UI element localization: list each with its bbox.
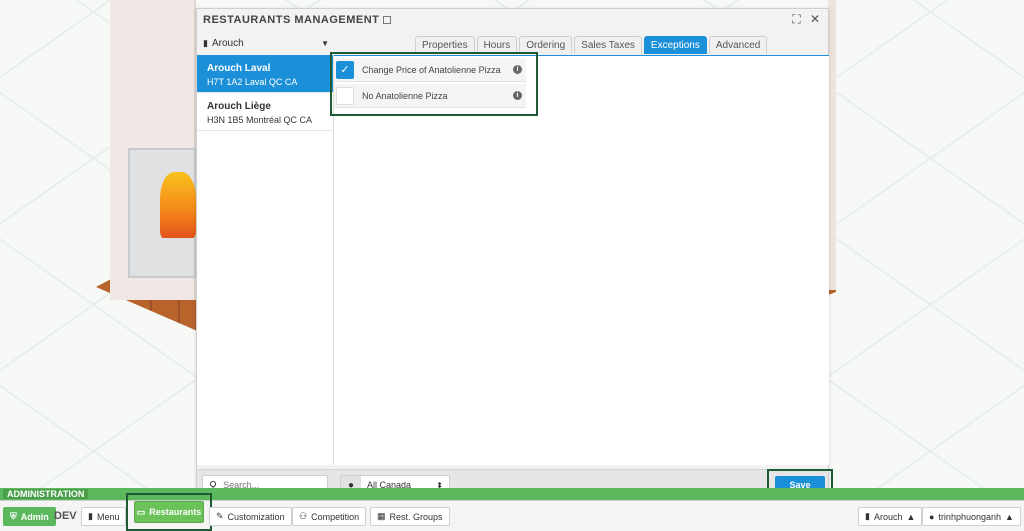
customization-button[interactable]: ✎ Customization <box>209 507 292 526</box>
expand-icon[interactable]: ⛶ <box>792 12 800 26</box>
tab-sales-taxes[interactable]: Sales Taxes <box>574 36 642 54</box>
admin-button[interactable]: ⛨ Admin <box>3 507 56 526</box>
restaurants-button-label: Restaurants <box>149 507 202 517</box>
list-item-name: Arouch Liège <box>207 101 271 112</box>
window-title-text: RESTAURANTS MANAGEMENT <box>203 14 380 26</box>
user-icon: ● <box>929 511 935 522</box>
exceptions-highlight: ✓ Change Price of Anatolienne Pizza i No… <box>330 52 538 116</box>
administration-label-text: ADMINISTRATION <box>3 489 89 499</box>
caret-up-icon: ▲ <box>1005 511 1014 522</box>
menu-button[interactable]: ▮ Menu <box>81 507 127 526</box>
rest-groups-button[interactable]: ▦ Rest. Groups <box>370 507 450 526</box>
list-item-address: H7T 1A2 Laval QC CA <box>207 77 298 87</box>
list-item-name: Arouch Laval <box>207 63 271 74</box>
caret-up-icon: ▲ <box>906 511 916 522</box>
trash-icon: ▮ <box>865 511 870 521</box>
trash-icon: ▮ <box>88 511 93 521</box>
restaurant-menu-button[interactable]: ▮ Arouch ▲ <box>858 507 923 526</box>
checkbox-unchecked[interactable] <box>336 86 354 105</box>
window-controls: ⛶ ✕ <box>786 12 820 27</box>
restaurants-management-window: RESTAURANTS MANAGEMENT ⛶ ✕ ▮ Arouch ▼ Pr… <box>196 8 833 501</box>
exceptions-panel: ✓ Change Price of Anatolienne Pizza i No… <box>330 52 829 465</box>
restaurant-menu-label: Arouch <box>873 511 903 522</box>
building-icon: ▦ <box>377 511 386 521</box>
shield-icon: ⛨ <box>10 511 17 521</box>
competition-button[interactable]: ⚇ Competition <box>292 507 367 526</box>
caret-down-icon: ▼ <box>321 38 329 48</box>
tab-exceptions[interactable]: Exceptions <box>643 36 707 54</box>
store-icon: ▭ <box>136 506 146 517</box>
menu-button-label: Menu <box>96 511 120 522</box>
competition-button-label: Competition <box>311 511 360 522</box>
user-menu-label: trinhphuonganh <box>938 511 1001 522</box>
info-icon[interactable]: i <box>513 65 522 74</box>
wall-right <box>828 0 836 290</box>
window-title: RESTAURANTS MANAGEMENT <box>203 14 392 26</box>
info-icon[interactable]: i <box>513 91 522 100</box>
exception-row[interactable]: No Anatolienne Pizza i <box>334 84 526 108</box>
exception-row[interactable]: ✓ Change Price of Anatolienne Pizza i <box>334 58 526 82</box>
brush-icon: ✎ <box>216 511 224 521</box>
rest-groups-button-label: Rest. Groups <box>389 511 443 522</box>
trash-icon: ▮ <box>203 37 208 48</box>
tab-advanced[interactable]: Advanced <box>708 36 768 54</box>
restaurant-list: Arouch Laval H7T 1A2 Laval QC CA Arouch … <box>197 55 334 465</box>
restaurant-selector-value: Arouch <box>211 37 244 49</box>
exception-label: Change Price of Anatolienne Pizza <box>362 64 501 75</box>
sidebar-item-arouch-laval[interactable]: Arouch Laval H7T 1A2 Laval QC CA <box>197 55 333 93</box>
floppy-icon[interactable] <box>383 16 392 25</box>
sidebar-item-arouch-liege[interactable]: Arouch Liège H3N 1B5 Montréal QC CA <box>197 93 333 131</box>
admin-button-label: Admin <box>20 511 49 522</box>
environment-badge: DEV <box>54 510 77 522</box>
checkbox-checked[interactable]: ✓ <box>336 60 354 79</box>
exception-label: No Anatolienne Pizza <box>362 90 448 101</box>
restaurant-selector[interactable]: ▮ Arouch ▼ <box>203 35 329 51</box>
admin-toolbar: ⛨ Admin DEV ▮ Menu ▭ Restaurants ✎ Custo… <box>0 493 1024 531</box>
list-item-address: H3N 1B5 Montréal QC CA <box>207 115 313 125</box>
customization-button-label: Customization <box>227 511 285 522</box>
fire-icon <box>160 172 196 238</box>
close-icon[interactable]: ✕ <box>810 12 820 26</box>
user-menu-button[interactable]: ● trinhphuonganh ▲ <box>922 507 1021 526</box>
restaurants-highlight: ▭ Restaurants <box>126 493 212 531</box>
users-icon: ⚇ <box>299 511 308 521</box>
restaurants-button[interactable]: ▭ Restaurants <box>134 501 204 523</box>
